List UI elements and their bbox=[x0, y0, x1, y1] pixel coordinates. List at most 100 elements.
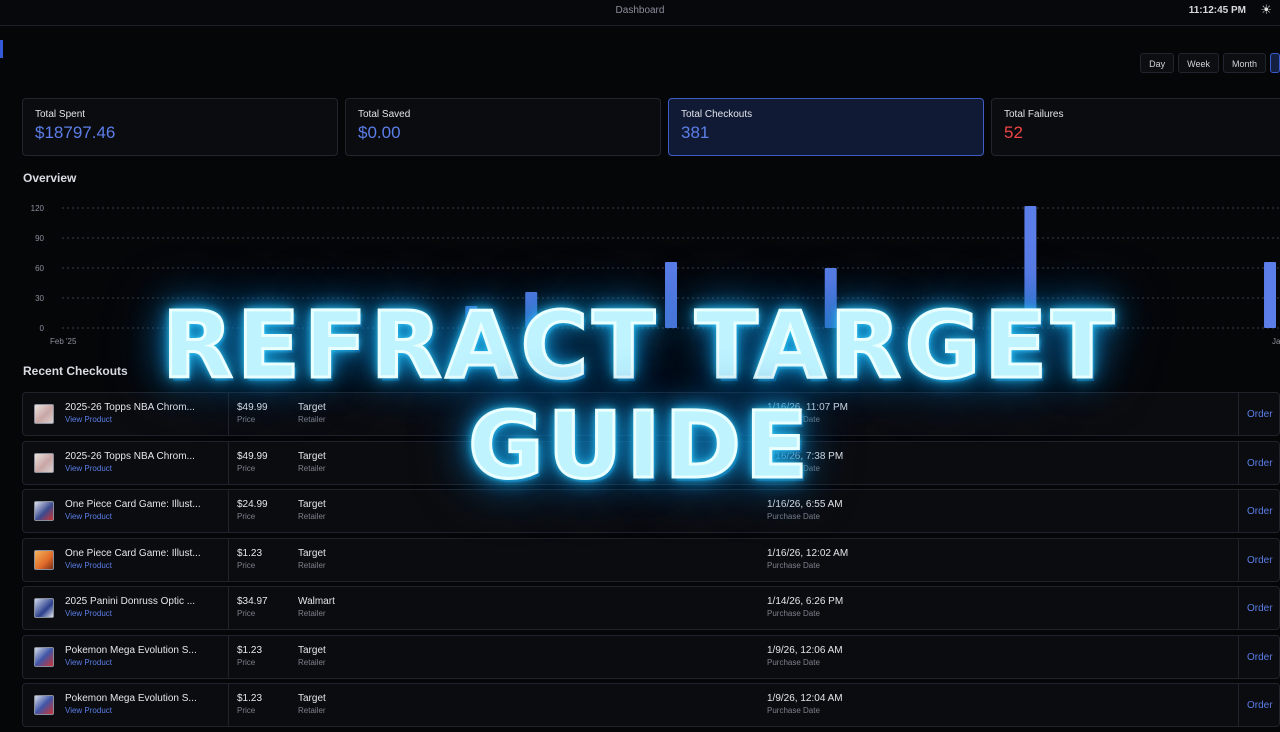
view-product-link[interactable]: View Product bbox=[65, 561, 201, 570]
chart-bar[interactable] bbox=[1024, 206, 1037, 328]
price-value: $34.97 bbox=[237, 596, 268, 607]
range-month-button[interactable]: Month bbox=[1222, 53, 1266, 73]
date-cell: 1/9/26, 12:04 AM Purchase Date bbox=[767, 693, 843, 715]
checkout-row[interactable]: Pokemon Mega Evolution S... View Product $… bbox=[22, 683, 1280, 727]
view-product-link[interactable]: View Product bbox=[65, 512, 201, 521]
retailer-value: Target bbox=[298, 450, 326, 462]
price-value: $1.23 bbox=[237, 644, 263, 656]
stat-label: Total Checkouts bbox=[681, 109, 753, 120]
retailer-label: Retailer bbox=[298, 609, 326, 618]
purchase-date-value: 1/9/26, 12:06 AM bbox=[767, 644, 843, 656]
view-product-link[interactable]: View Product bbox=[65, 464, 195, 473]
retailer-value: Target bbox=[298, 547, 326, 559]
row-divider bbox=[228, 587, 229, 629]
retailer-label: Retailer bbox=[298, 415, 326, 424]
checkout-row[interactable]: 2025-26 Topps NBA Chrom... View Product $4… bbox=[22, 440, 1280, 485]
checkouts-list: 2025-26 Topps NBA Chrom... View Product $4… bbox=[22, 392, 1280, 732]
price-label: Price bbox=[237, 706, 256, 715]
row-divider bbox=[1238, 635, 1239, 678]
row-divider bbox=[228, 441, 229, 484]
retailer-cell: Target Retailer bbox=[298, 451, 326, 473]
product-name: Pokemon Mega Evolution S... bbox=[65, 693, 197, 704]
product-cell: One Piece Card Game: Illust... View Produ… bbox=[65, 499, 201, 521]
checkout-row[interactable]: Pokemon Mega Evolution S... View Product $… bbox=[22, 634, 1280, 679]
retailer-label: Retailer bbox=[298, 706, 326, 715]
price-label: Price bbox=[237, 560, 256, 570]
product-cell: Pokemon Mega Evolution S... View Product bbox=[65, 645, 197, 667]
chart-bar[interactable] bbox=[525, 292, 538, 328]
checkout-row[interactable]: 2025-26 Topps NBA Chrom... View Product $4… bbox=[22, 392, 1280, 436]
sun-icon[interactable]: ☀ bbox=[1260, 2, 1272, 18]
order-link[interactable]: Order bbox=[1247, 603, 1280, 614]
view-product-link[interactable]: View Product bbox=[65, 706, 197, 715]
row-divider bbox=[228, 393, 229, 435]
y-tick-label: 30 bbox=[35, 294, 44, 303]
order-link[interactable]: Order bbox=[1247, 555, 1280, 566]
row-divider bbox=[1238, 587, 1239, 629]
view-product-link[interactable]: View Product bbox=[65, 609, 195, 618]
price-value: $1.23 bbox=[237, 693, 263, 704]
chart-bar[interactable] bbox=[824, 268, 837, 328]
range-day-button[interactable]: Day bbox=[1140, 53, 1175, 73]
order-link[interactable]: Order bbox=[1247, 700, 1280, 711]
price-cell: $24.99 Price bbox=[237, 499, 268, 521]
y-tick-label: 0 bbox=[40, 324, 45, 333]
stat-card-total-checkouts[interactable]: Total Checkouts 381 bbox=[668, 98, 984, 156]
product-cell: 2025-26 Topps NBA Chrom... View Product bbox=[65, 451, 195, 473]
product-name: Pokemon Mega Evolution S... bbox=[65, 644, 197, 656]
view-product-link[interactable]: View Product bbox=[65, 658, 197, 667]
date-cell: 1/16/26, 12:02 AM Purchase Date bbox=[767, 548, 848, 570]
retailer-cell: Target Retailer bbox=[298, 693, 326, 715]
product-name: 2025 Panini Donruss Optic ... bbox=[65, 596, 196, 607]
chart-bar[interactable] bbox=[665, 262, 677, 328]
product-name: 2025-26 Topps NBA Chrom... bbox=[65, 450, 195, 462]
range-week-button[interactable]: Week bbox=[1178, 53, 1219, 73]
purchase-date-label: Purchase Date bbox=[767, 560, 820, 570]
row-divider bbox=[1238, 490, 1239, 532]
order-link[interactable]: Order bbox=[1247, 652, 1280, 663]
checkout-row[interactable]: 2025 Panini Donruss Optic ... View Produc… bbox=[22, 586, 1280, 630]
product-cell: 2025-26 Topps NBA Chrom... View Product bbox=[65, 402, 195, 424]
product-cell: Pokemon Mega Evolution S... View Product bbox=[65, 693, 197, 715]
price-label: Price bbox=[237, 609, 256, 618]
checkout-row[interactable]: One Piece Card Game: Illust... View Produ… bbox=[22, 489, 1280, 533]
purchase-date-label: Purchase Date bbox=[767, 609, 820, 618]
retailer-value: Walmart bbox=[298, 596, 335, 607]
row-divider bbox=[1238, 441, 1239, 484]
top-bar: Dashboard 11:12:45 PM ☀ bbox=[0, 0, 1280, 26]
date-cell: 1/9/26, 12:06 AM Purchase Date bbox=[767, 645, 843, 667]
stat-card-total-spent: Total Spent $18797.46 bbox=[22, 98, 338, 156]
price-value: $24.99 bbox=[237, 499, 268, 510]
product-thumbnail bbox=[34, 404, 54, 424]
chart-bar[interactable] bbox=[465, 306, 478, 328]
order-link[interactable]: Order bbox=[1247, 409, 1280, 420]
purchase-date-label: Purchase Date bbox=[767, 512, 820, 521]
stat-label: Total Saved bbox=[358, 109, 411, 120]
view-product-link[interactable]: View Product bbox=[65, 415, 195, 424]
purchase-date-value: 1/16/26, 12:02 AM bbox=[767, 547, 849, 559]
stat-value: $0.00 bbox=[358, 123, 401, 142]
chart-bar[interactable] bbox=[1264, 262, 1277, 328]
order-link[interactable]: Order bbox=[1247, 506, 1280, 517]
retailer-value: Target bbox=[298, 644, 326, 656]
row-divider bbox=[228, 490, 229, 532]
purchase-date-value: 1/16/26, 7:38 PM bbox=[767, 450, 844, 462]
stat-card-total-failures: Total Failures 52 bbox=[991, 98, 1280, 156]
stat-value: 52 bbox=[1004, 123, 1023, 142]
date-cell: 1/14/26, 6:26 PM Purchase Date bbox=[767, 596, 843, 618]
checkout-row[interactable]: One Piece Card Game: Illust... View Produ… bbox=[22, 537, 1280, 582]
order-link[interactable]: Order bbox=[1247, 458, 1280, 469]
price-value: $1.23 bbox=[237, 547, 263, 559]
price-value: $49.99 bbox=[237, 402, 268, 413]
row-divider bbox=[228, 538, 229, 581]
range-more-button[interactable] bbox=[1270, 53, 1280, 73]
retailer-cell: Target Retailer bbox=[298, 402, 326, 424]
product-name: One Piece Card Game: Illust... bbox=[65, 499, 201, 510]
row-divider bbox=[228, 635, 229, 678]
price-label: Price bbox=[237, 463, 256, 473]
purchase-date-label: Purchase Date bbox=[767, 415, 820, 424]
price-value: $49.99 bbox=[237, 450, 268, 462]
product-thumbnail bbox=[34, 549, 54, 570]
date-cell: 1/16/26, 11:07 PM Purchase Date bbox=[767, 402, 848, 424]
x-tick-label: Feb '25 bbox=[50, 337, 77, 346]
